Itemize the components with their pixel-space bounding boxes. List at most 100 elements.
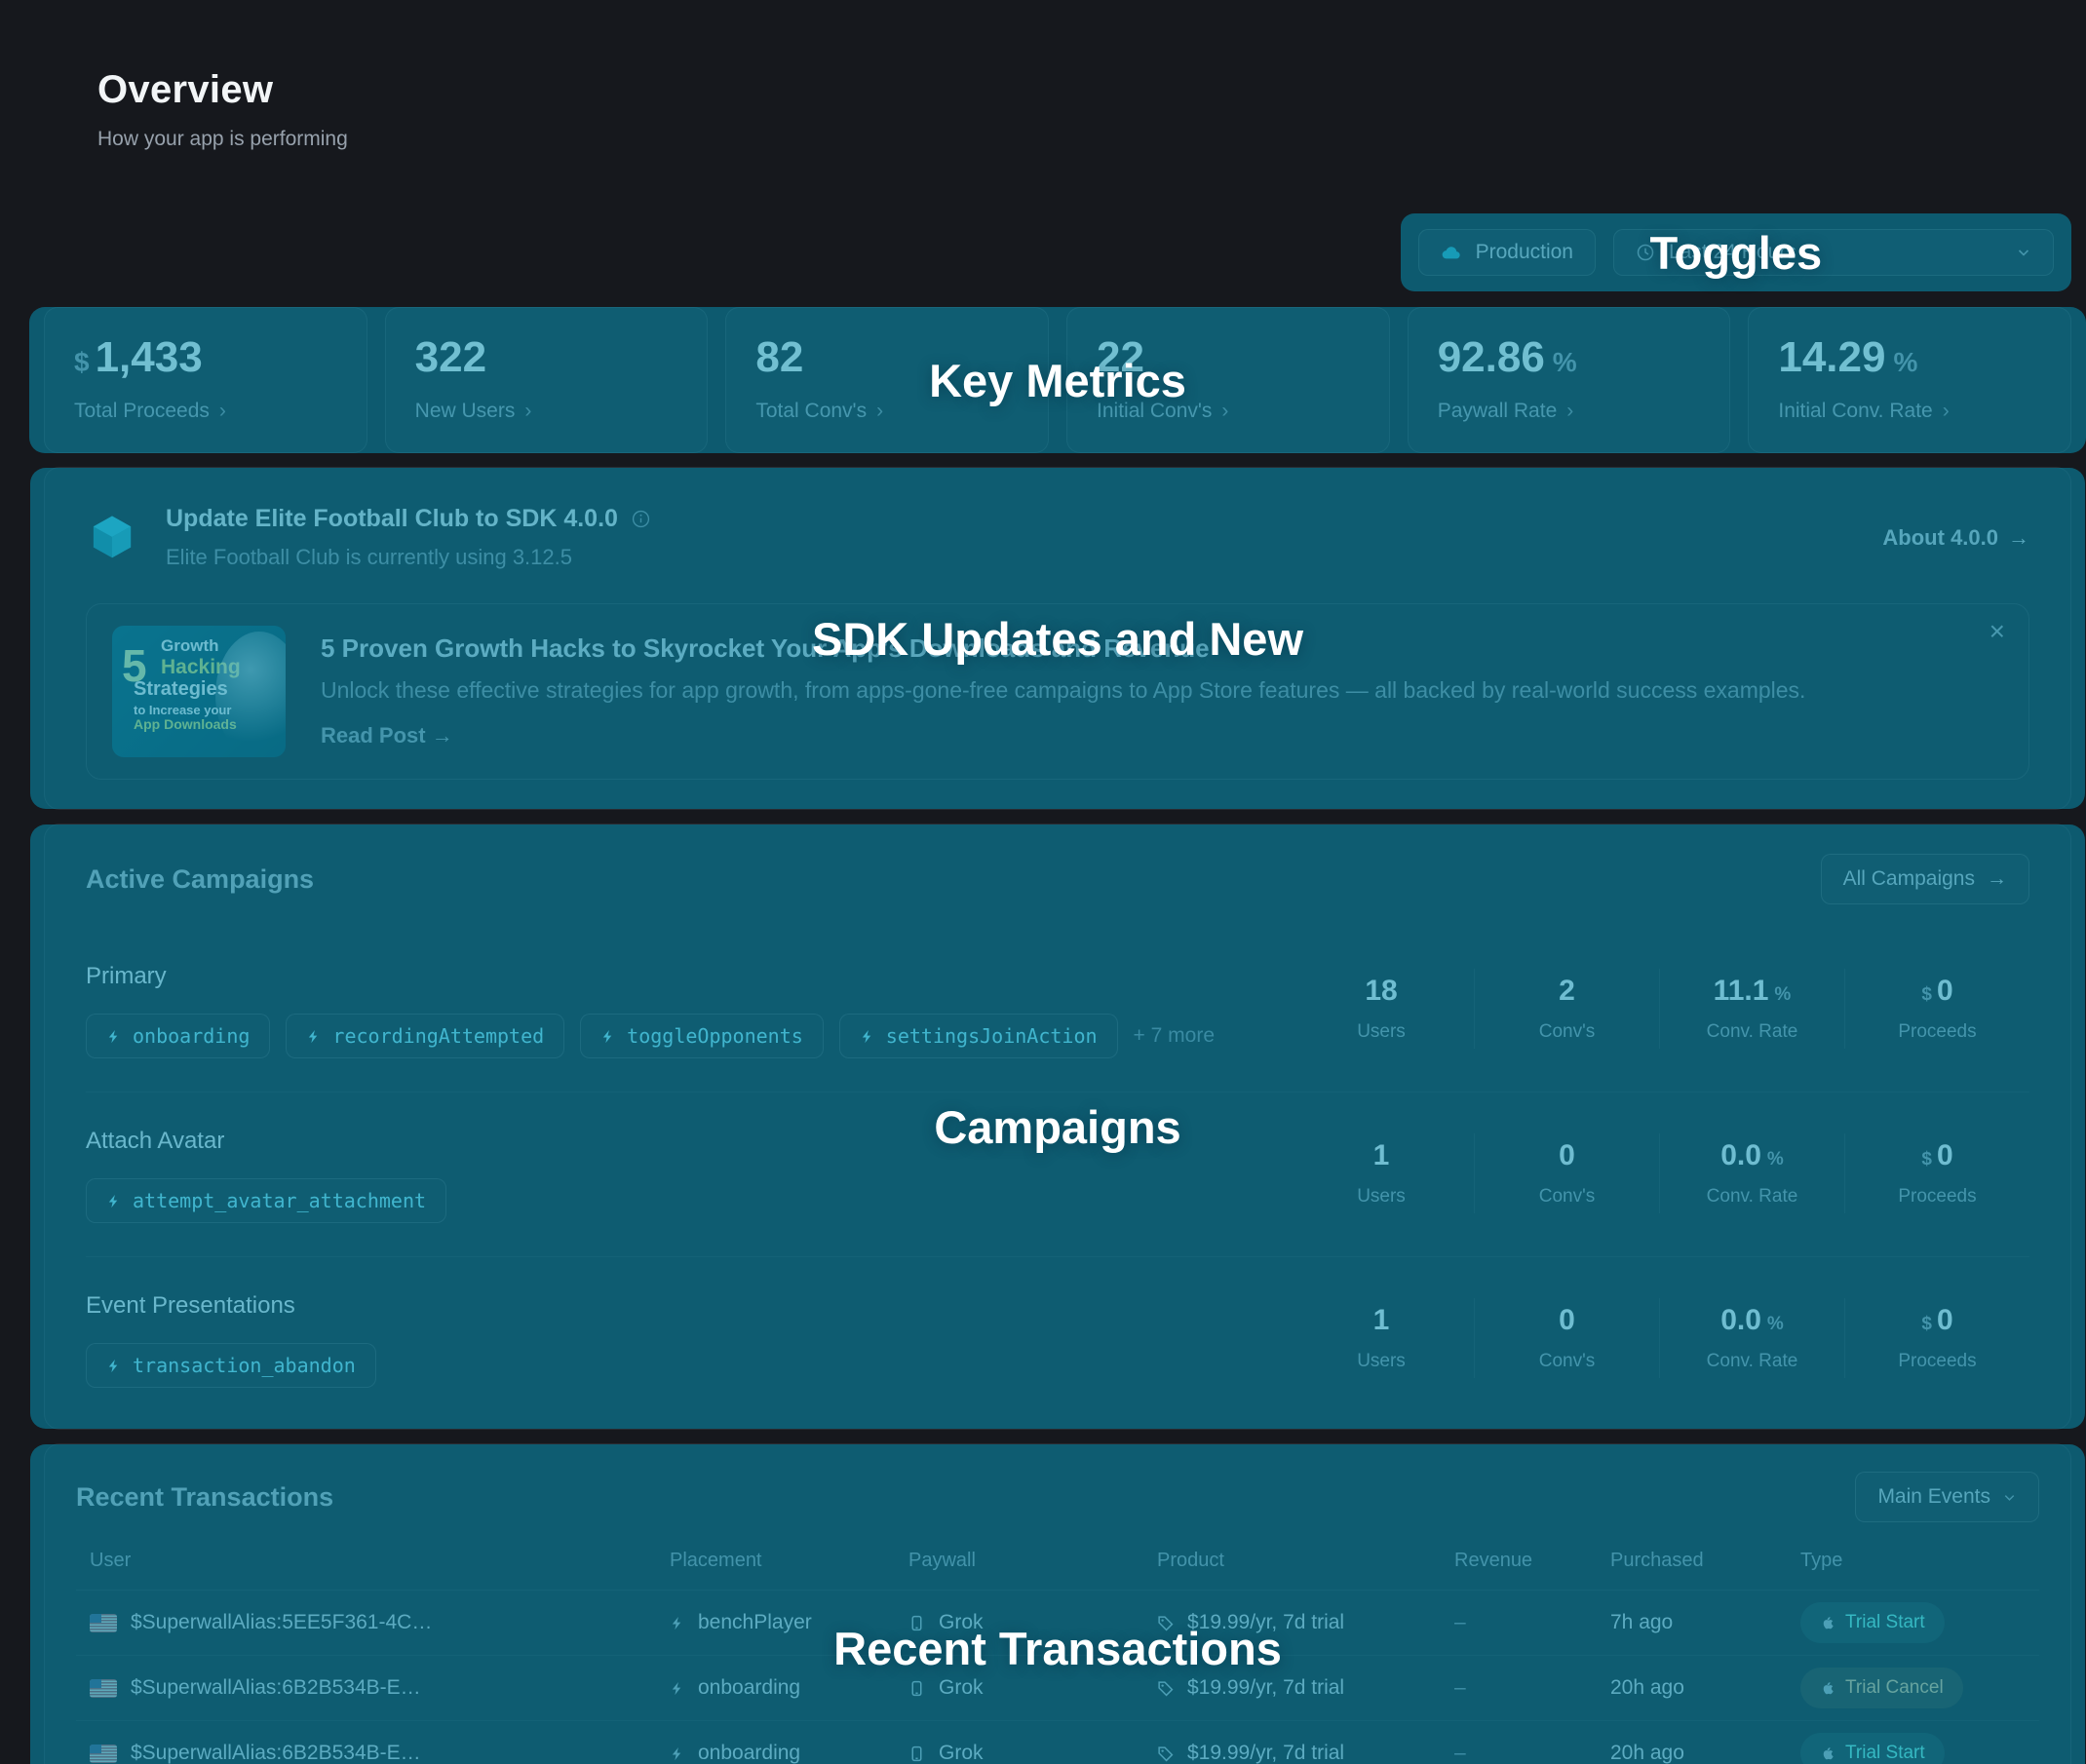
currency-prefix: $ [1921, 1149, 1932, 1170]
paywall-name: Grok [939, 1611, 984, 1634]
stat-value: $0 [1845, 1304, 2029, 1337]
value-number: 82 [755, 333, 803, 381]
tag-icon [1157, 1680, 1174, 1697]
event-tag[interactable]: onboarding [86, 1014, 270, 1058]
sdk-update-title: Update Elite Football Club to SDK 4.0.0 [166, 505, 1855, 533]
bolt-icon [670, 1616, 684, 1630]
placement-cell: benchPlayer [656, 1599, 895, 1646]
chevron-right-icon: › [1221, 400, 1228, 422]
event-tag[interactable]: transaction_abandon [86, 1343, 376, 1388]
metric-label: Total Proceeds› [74, 400, 337, 423]
event-tag[interactable]: attempt_avatar_attachment [86, 1178, 446, 1223]
time-range-dropdown[interactable]: Last 24 Hours [1613, 229, 2054, 276]
campaign-tags: onboarding recordingAttempted toggleOppone… [86, 1014, 1289, 1058]
type-label: Trial Start [1845, 1743, 1925, 1764]
product-name: $19.99/yr, 7d trial [1187, 1742, 1344, 1764]
value-number: 22 [1097, 333, 1144, 381]
toggles-group: Production Last 24 Hours Toggles [1401, 213, 2071, 291]
sdk-update-subtitle: Elite Football Club is currently using 3… [166, 545, 1855, 570]
close-icon[interactable]: × [1989, 618, 2005, 645]
bolt-icon [860, 1029, 874, 1044]
transaction-row[interactable]: $SuperwallAlias:5EE5F361-4C…benchPlayerG… [76, 1591, 2039, 1656]
col-revenue: Revenue [1441, 1550, 1597, 1572]
transaction-type-badge: Trial Start [1800, 1733, 1945, 1764]
product-name: $19.99/yr, 7d trial [1187, 1676, 1344, 1700]
percent-suffix: % [1767, 1149, 1784, 1170]
metric-label: Initial Conv. Rate› [1778, 400, 2041, 423]
paywall-name: Grok [939, 1742, 984, 1764]
col-product: Product [1143, 1550, 1441, 1572]
stat-label: Proceeds [1845, 1351, 2029, 1372]
campaign-info: Event Presentations transaction_abandon [86, 1288, 1289, 1388]
stat-value: 0.0% [1660, 1304, 1844, 1337]
page-title: Overview [97, 68, 2086, 112]
chevron-right-icon: › [1943, 400, 1950, 422]
tag-icon [1157, 1745, 1174, 1762]
metric-card[interactable]: 82Total Conv's› [725, 307, 1049, 453]
stat-label: Conv's [1475, 1186, 1659, 1208]
stat-value: 18 [1289, 975, 1474, 1008]
about-sdk-link[interactable]: About 4.0.0→ [1882, 525, 2029, 551]
active-campaigns-section: Active Campaigns All Campaigns → Primary… [44, 824, 2071, 1430]
event-tag-label: attempt_avatar_attachment [133, 1189, 426, 1212]
metric-card[interactable]: 22Initial Conv's› [1066, 307, 1390, 453]
metric-card[interactable]: 92.86%Paywall Rate› [1408, 307, 1731, 453]
all-campaigns-button[interactable]: All Campaigns → [1821, 854, 2029, 904]
transaction-type-badge: Trial Cancel [1800, 1668, 1963, 1708]
metric-card[interactable]: 322New Users› [385, 307, 709, 453]
info-icon[interactable] [632, 510, 650, 528]
stat-value: 0 [1475, 1139, 1659, 1172]
blog-post-banner: 5 Growth Hacking Strategies to Increase … [86, 603, 2029, 780]
transaction-row[interactable]: $SuperwallAlias:6B2B534B-E… onboarding Gro… [76, 1656, 2039, 1721]
campaign-tags: attempt_avatar_attachment [86, 1178, 1289, 1223]
value-number: 0 [1937, 975, 1953, 1007]
transaction-row[interactable]: $SuperwallAlias:6B2B534B-E…onboardingGro… [76, 1721, 2039, 1764]
stat-label: Proceeds [1845, 1021, 2029, 1043]
metric-card[interactable]: 14.29% Initial Conv. Rate› [1748, 307, 2071, 453]
stat-label: Users [1289, 1186, 1474, 1208]
campaign-name: Event Presentations [86, 1292, 1289, 1320]
campaign-row: PrimaryonboardingrecordingAttemptedtoggl… [86, 928, 2029, 1092]
recent-transactions-section: Recent Transactions Main Events User Pla… [44, 1443, 2071, 1764]
chevron-right-icon: › [524, 400, 531, 422]
metric-value: 14.29% [1778, 333, 2041, 382]
campaign-stat: 0.0%Conv. Rate [1659, 1298, 1844, 1378]
value-number: 92.86 [1438, 333, 1545, 381]
campaign-stat: $0 Proceeds [1844, 1298, 2029, 1378]
stat-label: Conv. Rate [1660, 1186, 1844, 1208]
stat-label: Conv. Rate [1660, 1021, 1844, 1043]
campaign-stat: $0 Proceeds [1844, 969, 2029, 1049]
value-number: 0.0 [1720, 1139, 1761, 1171]
more-tags-label: + 7 more [1134, 1024, 1215, 1048]
chevron-down-icon [2002, 1490, 2017, 1505]
currency-prefix: $ [1921, 984, 1932, 1005]
campaign-stat: 18 Users [1289, 969, 1474, 1049]
event-tag[interactable]: recordingAttempted [286, 1014, 564, 1058]
col-purchased: Purchased [1597, 1550, 1787, 1572]
stat-value: 11.1% [1660, 975, 1844, 1008]
blog-thumbnail[interactable]: 5 Growth Hacking Strategies to Increase … [112, 626, 286, 757]
user-alias: $SuperwallAlias:6B2B534B-E… [131, 1676, 421, 1700]
transactions-table-header: User Placement Paywall Product Revenue P… [76, 1522, 2039, 1591]
event-tag[interactable]: toggleOpponents [580, 1014, 824, 1058]
paywall-name: Grok [939, 1676, 984, 1700]
event-tag-label: settingsJoinAction [886, 1024, 1098, 1048]
cloud-icon [1441, 242, 1462, 263]
read-post-link[interactable]: Read Post → [321, 723, 2003, 748]
event-tag[interactable]: settingsJoinAction [839, 1014, 1118, 1058]
placement-name: onboarding [698, 1676, 800, 1700]
metric-card[interactable]: $1,433Total Proceeds› [44, 307, 367, 453]
value-number: 0 [1559, 1139, 1575, 1171]
paywall-cell: Grok [895, 1599, 1143, 1646]
main-events-dropdown[interactable]: Main Events [1855, 1472, 2039, 1522]
percent-suffix: % [1553, 347, 1577, 377]
environment-toggle[interactable]: Production [1418, 229, 1596, 276]
product-name: $19.99/yr, 7d trial [1187, 1611, 1344, 1634]
apple-icon [1820, 1680, 1835, 1696]
stat-label: Users [1289, 1021, 1474, 1043]
stat-value: $0 [1845, 1139, 2029, 1172]
stat-label: Users [1289, 1351, 1474, 1372]
campaign-stat: 0 Conv's [1474, 1133, 1659, 1213]
metric-label-text: Total Proceeds [74, 400, 210, 422]
phone-icon [908, 1680, 925, 1697]
